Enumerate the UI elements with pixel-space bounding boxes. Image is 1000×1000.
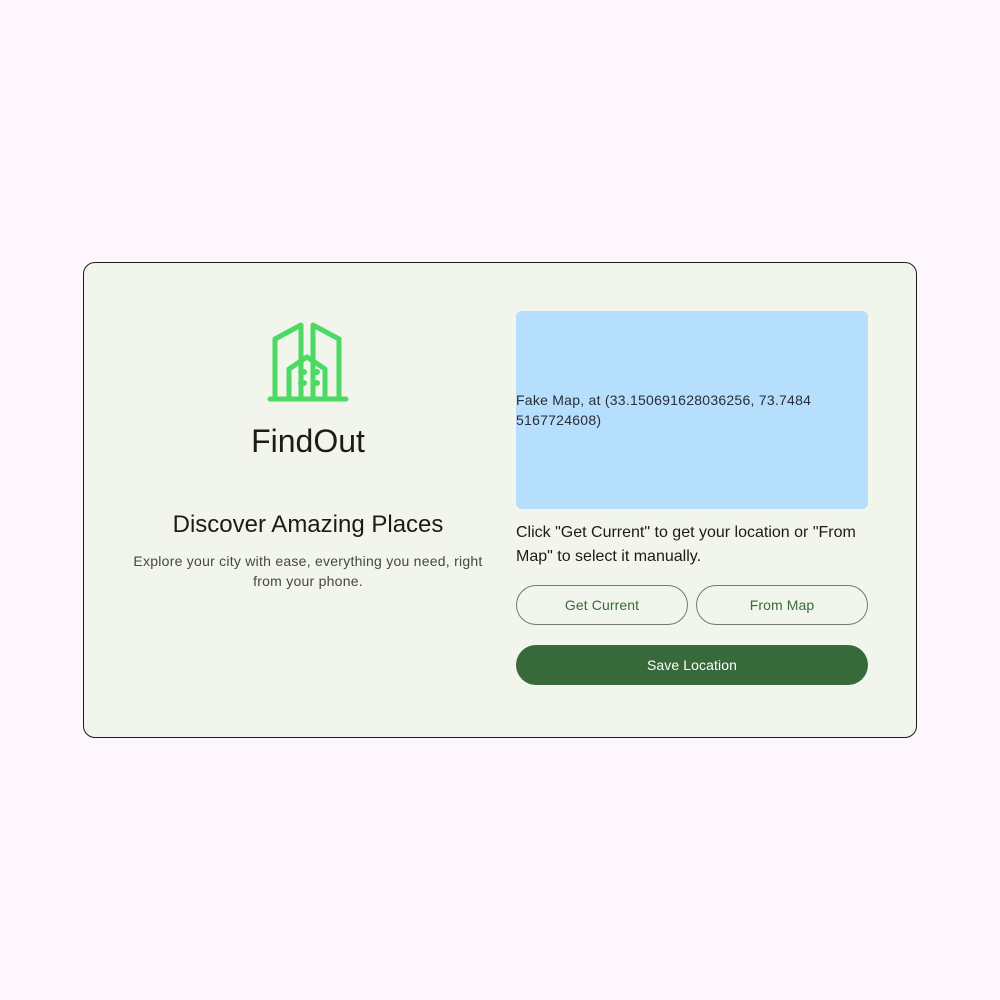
branding-panel: FindOut Discover Amazing Places Explore … [124,263,492,737]
get-current-button[interactable]: Get Current [516,585,688,625]
map-view[interactable]: Fake Map, at (33.150691628036256, 73.748… [516,311,868,509]
save-location-button[interactable]: Save Location [516,645,868,685]
app-title: FindOut [251,423,365,459]
location-source-buttons: Get Current From Map [516,585,868,625]
location-instructions: Click "Get Current" to get your location… [516,524,856,565]
hero-subtitle: Explore your city with ease, everything … [133,553,483,589]
location-card: FindOut Discover Amazing Places Explore … [83,262,917,738]
building-icon [267,322,349,402]
hero-title: Discover Amazing Places [172,511,444,538]
map-coordinates-label: Fake Map, at (33.150691628036256, 73.748… [516,392,812,428]
from-map-button[interactable]: From Map [696,585,868,625]
